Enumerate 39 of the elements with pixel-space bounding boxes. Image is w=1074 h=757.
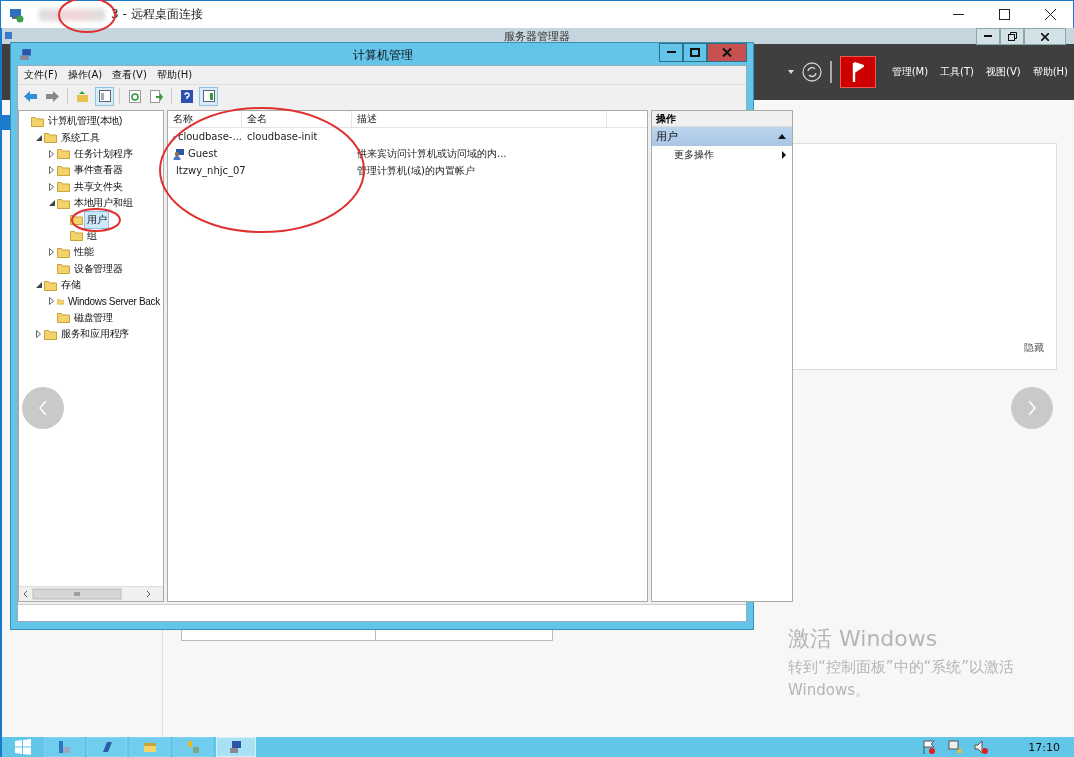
- window-title: 服务器管理器: [504, 29, 570, 44]
- column-header[interactable]: 全名: [242, 111, 352, 127]
- menu-item[interactable]: 查看(V): [112, 68, 147, 82]
- clock: 17:10: [1028, 740, 1060, 754]
- hide-link[interactable]: 隐藏: [1024, 341, 1044, 355]
- window-title: 计算机管理: [353, 47, 413, 64]
- table-cell: Guest: [188, 148, 218, 159]
- menu-item[interactable]: 帮助(H): [156, 68, 193, 82]
- menu-item[interactable]: 操作(A): [67, 68, 103, 82]
- activation-text: 转到“控制面板”中的“系统”以激活: [788, 658, 1015, 677]
- column-header[interactable]: 名称: [168, 111, 242, 127]
- action-item[interactable]: 更多操作: [652, 146, 792, 163]
- tree-item[interactable]: 共享文件夹: [71, 177, 126, 196]
- tree-item[interactable]: Windows Server Back: [64, 294, 163, 309]
- menu-item[interactable]: 帮助(H): [1032, 65, 1068, 79]
- tree-item[interactable]: 事件查看器: [71, 161, 126, 180]
- tree-item[interactable]: 本地用户和组: [71, 194, 136, 213]
- tree-item[interactable]: 任务计划程序: [71, 145, 136, 163]
- tree-item[interactable]: 磁盘管理: [71, 308, 116, 327]
- tree-item[interactable]: 性能: [71, 243, 97, 262]
- activation-title: 激活 Windows: [788, 625, 939, 653]
- tree-item[interactable]: 用户: [84, 210, 110, 229]
- table-cell: cloudbase-...: [177, 131, 242, 142]
- tree-item[interactable]: 服务和应用程序: [58, 325, 132, 344]
- tree-item[interactable]: 系统工具: [58, 128, 103, 147]
- menu-item[interactable]: 工具(T): [940, 65, 974, 79]
- actions-header: 操作: [652, 111, 792, 127]
- tree-item[interactable]: 计算机管理(本地): [45, 112, 125, 131]
- column-header[interactable]: 描述: [352, 111, 607, 127]
- actions-section-header[interactable]: 用户: [652, 127, 792, 146]
- menu-item[interactable]: 视图(V): [986, 65, 1021, 79]
- menu-item[interactable]: 管理(M): [891, 65, 929, 79]
- tree-item[interactable]: 设备管理器: [71, 259, 126, 278]
- menu-item[interactable]: 文件(F): [24, 68, 58, 82]
- tree-item[interactable]: 组: [84, 226, 100, 245]
- tree-item[interactable]: 存储: [58, 276, 84, 295]
- table-cell-text: cloudbase-init: [246, 131, 319, 142]
- table-cell: ltzwy_nhjc_07: [176, 165, 246, 176]
- activation-text: Windows。: [788, 681, 871, 700]
